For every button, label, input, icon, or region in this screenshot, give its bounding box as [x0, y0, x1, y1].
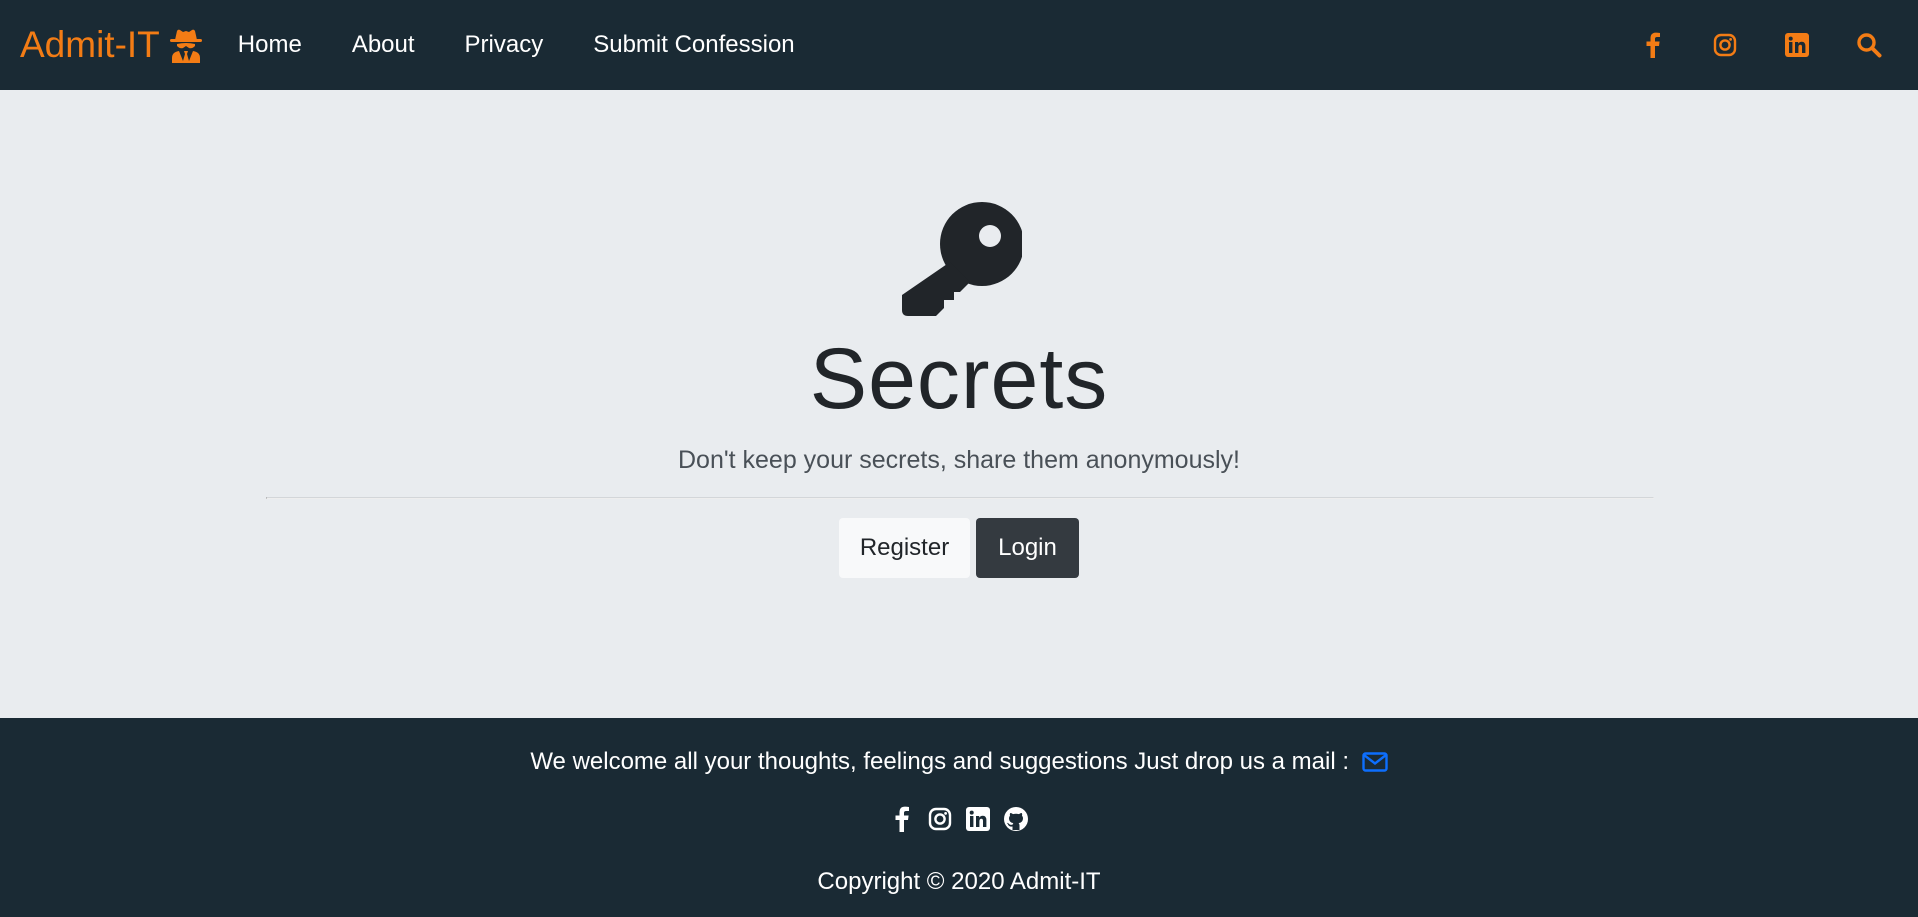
linkedin-icon[interactable] [1784, 32, 1810, 58]
hero-divider [266, 497, 1654, 499]
brand-link[interactable]: Admit-IT [20, 24, 204, 66]
github-icon[interactable] [1003, 806, 1029, 832]
user-secret-icon [169, 29, 202, 63]
nav-social-icons [1594, 0, 1882, 90]
footer-message: We welcome all your thoughts, feelings a… [530, 748, 1349, 775]
linkedin-icon[interactable] [965, 806, 991, 832]
facebook-icon[interactable] [889, 806, 915, 832]
login-button[interactable]: Login [976, 518, 1079, 578]
hero-section: Secrets Don't keep your secrets, share t… [0, 90, 1918, 718]
nav-links: Home About Privacy Submit Confession [238, 31, 845, 59]
hero-buttons: Register Login [0, 518, 1918, 578]
brand-name: Admit-IT [20, 24, 160, 65]
nav-link-home[interactable]: Home [238, 31, 302, 59]
instagram-icon[interactable] [1712, 32, 1738, 58]
footer-social-icons [0, 806, 1918, 832]
instagram-icon[interactable] [927, 806, 953, 832]
search-icon[interactable] [1856, 32, 1882, 58]
footer-copyright: Copyright © 2020 Admit-IT [817, 868, 1101, 895]
nav-link-submit-confession[interactable]: Submit Confession [593, 31, 794, 59]
hero-subtitle: Don't keep your secrets, share them anon… [678, 446, 1240, 474]
key-icon [902, 202, 1022, 316]
envelope-icon[interactable] [1361, 751, 1388, 779]
register-button[interactable]: Register [839, 518, 970, 578]
footer: We welcome all your thoughts, feelings a… [0, 718, 1918, 917]
hero-title: Secrets [809, 331, 1109, 427]
nav-link-privacy[interactable]: Privacy [465, 31, 544, 59]
navbar: Admit-IT Home About Privacy Submit Confe… [0, 0, 1918, 90]
facebook-icon[interactable] [1640, 32, 1666, 58]
footer-message-line: We welcome all your thoughts, feelings a… [0, 748, 1918, 779]
nav-link-about[interactable]: About [352, 31, 415, 59]
